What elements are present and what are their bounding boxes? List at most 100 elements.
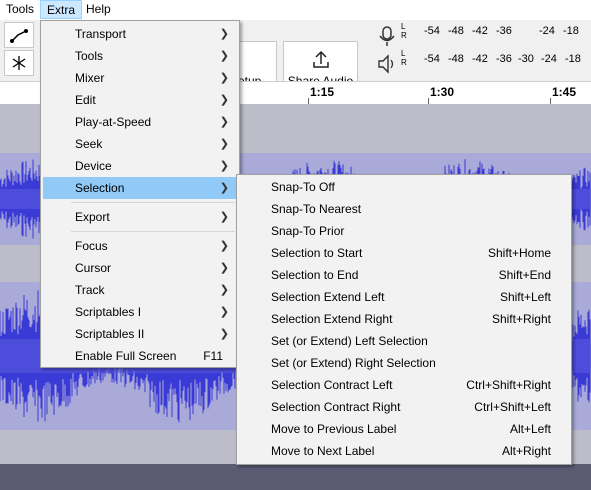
submenu-item-shortcut: Alt+Right [501, 444, 551, 458]
chevron-right-icon: ❯ [219, 328, 229, 340]
chevron-right-icon: ❯ [219, 160, 229, 172]
multi-tool-button[interactable] [4, 50, 34, 76]
submenu-item-label: Move to Next Label [271, 444, 375, 458]
menu-item-label: Enable Full Screen [75, 349, 177, 363]
submenu-item-shortcut: Alt+Left [509, 422, 551, 436]
menu-item-mixer[interactable]: Mixer ❯ [43, 67, 237, 89]
meter-tick: -36 [496, 53, 512, 65]
submenu-item-selection-extend-left[interactable]: Selection Extend Left Shift+Left [239, 286, 569, 308]
submenu-item-label: Selection to End [271, 268, 359, 282]
menu-item-edit[interactable]: Edit ❯ [43, 89, 237, 111]
meter-tick: -36 [496, 25, 512, 37]
menu-item-cursor[interactable]: Cursor ❯ [43, 257, 237, 279]
meter-tick: -42 [472, 25, 488, 37]
submenu-item-move-to-next-label[interactable]: Move to Next Label Alt+Right [239, 440, 569, 462]
menu-item-focus[interactable]: Focus ❯ [43, 235, 237, 257]
meter-tick: -48 [448, 25, 464, 37]
submenu-item-selection-contract-left[interactable]: Selection Contract Left Ctrl+Shift+Right [239, 374, 569, 396]
record-meter[interactable]: -54 -48 -42 -36 -24 -18 [400, 22, 591, 44]
time-label: 1:30 [430, 85, 455, 99]
menu-item-label: Device [75, 159, 112, 173]
chevron-right-icon: ❯ [219, 72, 229, 84]
meter-tick: -54 [424, 25, 440, 37]
submenu-item-snap-to-nearest[interactable]: Snap-To Nearest [239, 198, 569, 220]
extra-menu: Transport ❯ Tools ❯ Mixer ❯ Edit ❯ Play-at-S… [40, 20, 240, 368]
chevron-right-icon: ❯ [219, 50, 229, 62]
submenu-item-label: Selection to Start [271, 246, 363, 260]
meter-tick: -54 [424, 53, 440, 65]
menu-item-scriptables-1[interactable]: Scriptables I ❯ [43, 301, 237, 323]
menu-item-play-at-speed[interactable]: Play-at-Speed ❯ [43, 111, 237, 133]
upload-icon [313, 50, 329, 68]
microphone-icon[interactable] [377, 26, 397, 48]
submenu-item-shortcut: Shift+Right [491, 312, 551, 326]
menu-extra[interactable]: Extra [40, 0, 83, 19]
selection-submenu: Snap-To Off Snap-To Nearest Snap-To Prio… [236, 174, 572, 465]
chevron-right-icon: ❯ [219, 240, 229, 252]
submenu-item-label: Selection Contract Left [271, 378, 393, 392]
meter-tick: -42 [472, 53, 488, 65]
submenu-item-shortcut: Ctrl+Shift+Right [466, 378, 551, 392]
menu-item-label: Seek [75, 137, 103, 151]
menu-item-shortcut: F11 [203, 349, 223, 363]
speaker-icon[interactable] [377, 53, 397, 75]
submenu-item-selection-to-end[interactable]: Selection to End Shift+End [239, 264, 569, 286]
submenu-item-shortcut: Ctrl+Shift+Left [474, 400, 551, 414]
submenu-item-label: Snap-To Off [271, 180, 335, 194]
chevron-right-icon: ❯ [219, 94, 229, 106]
chevron-right-icon: ❯ [219, 262, 229, 274]
menu-item-label: Play-at-Speed [75, 115, 152, 129]
envelope-tool-button[interactable] [4, 22, 34, 48]
menu-item-track[interactable]: Track ❯ [43, 279, 237, 301]
menu-item-label: Mixer [75, 71, 105, 85]
menu-item-label: Scriptables II [75, 327, 145, 341]
submenu-item-selection-extend-right[interactable]: Selection Extend Right Shift+Right [239, 308, 569, 330]
submenu-item-move-to-previous-label[interactable]: Move to Previous Label Alt+Left [239, 418, 569, 440]
playback-meter[interactable]: -54 -48 -42 -36 -30 -24 -18 [400, 50, 591, 72]
submenu-item-label: Snap-To Nearest [271, 202, 362, 216]
menu-item-transport[interactable]: Transport ❯ [43, 23, 237, 45]
menu-separator [71, 202, 235, 203]
submenu-item-label: Set (or Extend) Left Selection [271, 334, 428, 348]
menu-item-label: Cursor [75, 261, 112, 275]
submenu-item-snap-to-off[interactable]: Snap-To Off [239, 176, 569, 198]
track-bottom-area [0, 464, 591, 490]
submenu-item-label: Move to Previous Label [271, 422, 397, 436]
menu-item-device[interactable]: Device ❯ [43, 155, 237, 177]
menu-item-label: Transport [75, 27, 126, 41]
menu-item-label: Tools [75, 49, 104, 63]
submenu-item-selection-to-start[interactable]: Selection to Start Shift+Home [239, 242, 569, 264]
menu-item-export[interactable]: Export ❯ [43, 206, 237, 228]
menu-item-scriptables-2[interactable]: Scriptables II ❯ [43, 323, 237, 345]
meter-tick: -18 [563, 25, 579, 37]
menu-item-selection[interactable]: Selection ❯ [43, 177, 237, 199]
time-label: 1:15 [310, 85, 335, 99]
chevron-right-icon: ❯ [219, 306, 229, 318]
menu-tools[interactable]: Tools [0, 0, 40, 19]
chevron-right-icon: ❯ [219, 116, 229, 128]
menu-item-label: Export [75, 210, 110, 224]
menu-item-label: Focus [75, 239, 108, 253]
meter-tick: -18 [565, 53, 581, 65]
menu-item-label: Track [75, 283, 105, 297]
submenu-item-shortcut: Shift+Left [499, 290, 551, 304]
submenu-item-shortcut: Shift+Home [487, 246, 551, 260]
chevron-right-icon: ❯ [219, 138, 229, 150]
chevron-right-icon: ❯ [219, 284, 229, 296]
menu-item-seek[interactable]: Seek ❯ [43, 133, 237, 155]
submenu-item-snap-to-prior[interactable]: Snap-To Prior [239, 220, 569, 242]
menu-help[interactable]: Help [80, 0, 117, 19]
submenu-item-set-right-selection[interactable]: Set (or Extend) Right Selection [239, 352, 569, 374]
menu-item-label: Edit [75, 93, 96, 107]
menu-item-tools[interactable]: Tools ❯ [43, 45, 237, 67]
submenu-item-set-left-selection[interactable]: Set (or Extend) Left Selection [239, 330, 569, 352]
menu-separator [71, 231, 235, 232]
meter-tick: -24 [541, 53, 557, 65]
submenu-item-label: Selection Contract Right [271, 400, 401, 414]
menu-item-enable-full-screen[interactable]: Enable Full Screen F11 [43, 345, 237, 367]
submenu-item-label: Set (or Extend) Right Selection [271, 356, 436, 370]
meter-tick: -30 [518, 53, 534, 65]
envelope-tool-icon [10, 29, 28, 43]
menu-item-label: Scriptables I [75, 305, 142, 319]
submenu-item-selection-contract-right[interactable]: Selection Contract Right Ctrl+Shift+Left [239, 396, 569, 418]
